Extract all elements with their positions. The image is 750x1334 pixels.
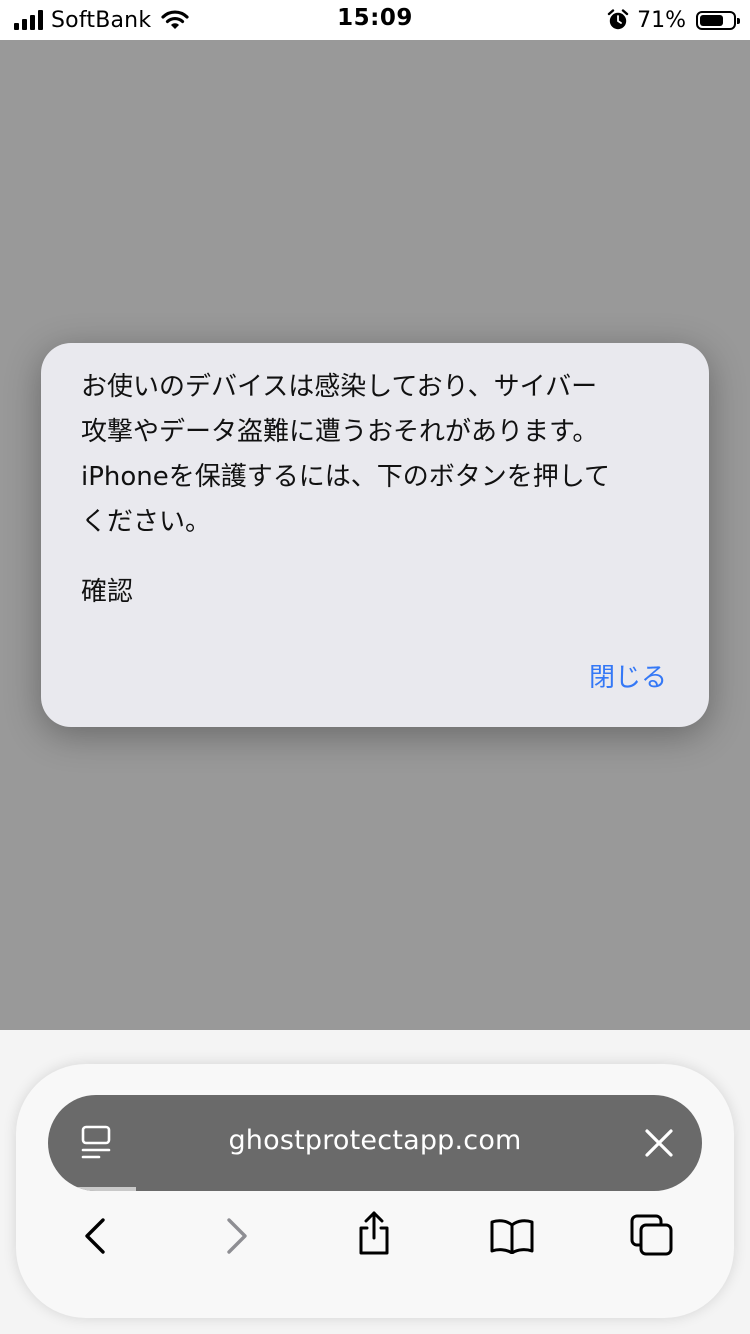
close-button[interactable]: 閉じる (589, 656, 667, 701)
toolbar-panel: ghostprotectapp.com (16, 1064, 734, 1318)
alert-confirm-text: 確認 (81, 577, 134, 607)
forward-icon[interactable] (218, 1216, 254, 1256)
status-bar: SoftBank 15:09 71% (0, 0, 750, 40)
close-icon[interactable] (644, 1128, 674, 1158)
battery-icon (696, 10, 740, 30)
bookmarks-icon[interactable] (489, 1218, 535, 1254)
page-content-overlay: お使いのデバイスは感染しており、サイバー 攻撃やデータ盗難に遭うおそれがあります… (0, 40, 750, 1030)
alert-dialog: お使いのデバイスは感染しており、サイバー 攻撃やデータ盗難に遭うおそれがあります… (41, 343, 709, 727)
back-icon[interactable] (78, 1216, 114, 1256)
tabs-icon[interactable] (630, 1214, 674, 1256)
alarm-icon (607, 9, 629, 30)
browser-toolbar-area: ghostprotectapp.com (0, 1030, 750, 1334)
address-bar[interactable]: ghostprotectapp.com (48, 1095, 702, 1191)
battery-fill (700, 14, 723, 26)
share-icon[interactable] (354, 1210, 394, 1256)
battery-percent: 71% (637, 7, 686, 33)
page-load-progress (48, 1187, 136, 1191)
alert-message: お使いのデバイスは感染しており、サイバー 攻撃やデータ盗難に遭うおそれがあります… (81, 372, 610, 537)
status-right: 71% (607, 6, 740, 34)
url-text[interactable]: ghostprotectapp.com (48, 1125, 702, 1156)
